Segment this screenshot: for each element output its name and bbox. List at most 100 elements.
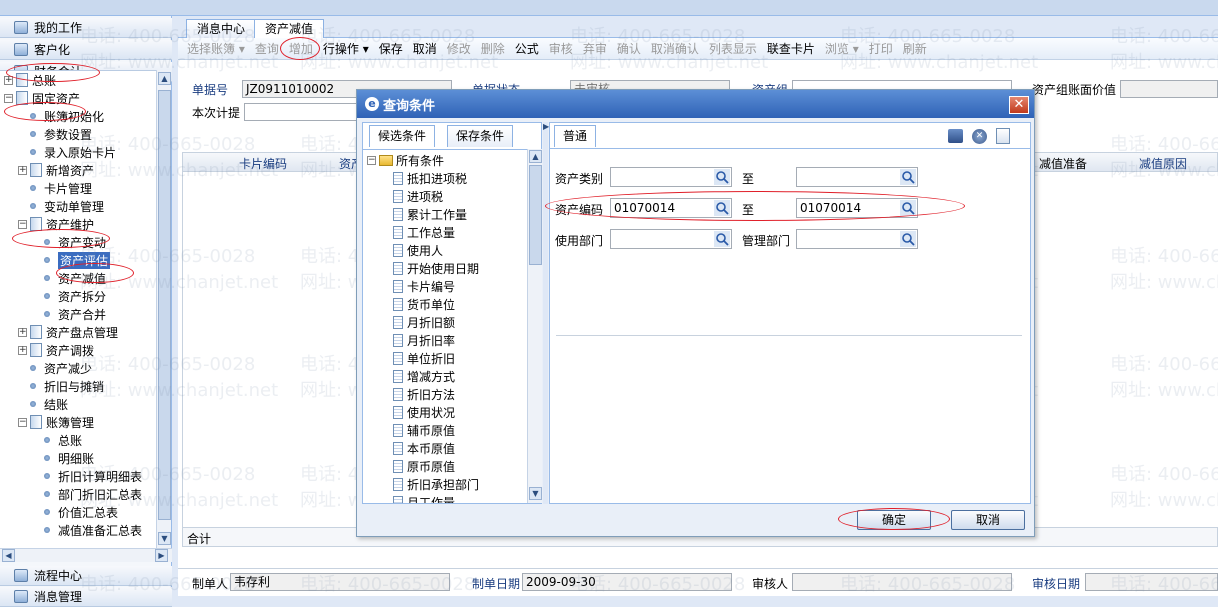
condition-item[interactable]: 单位折旧 bbox=[393, 349, 455, 367]
scroll-up-icon[interactable]: ▲ bbox=[158, 72, 171, 85]
save-icon[interactable] bbox=[948, 129, 963, 143]
toolbar-button[interactable]: 取消确认 bbox=[651, 40, 699, 57]
tree-item[interactable]: 减值准备汇总表 bbox=[32, 521, 142, 539]
collapse-icon[interactable]: − bbox=[4, 93, 13, 103]
tree-vertical-scrollbar[interactable]: ▲ ▼ bbox=[156, 70, 171, 548]
collapse-icon[interactable]: − bbox=[18, 219, 27, 229]
tree-item[interactable]: 账簿初始化 bbox=[18, 107, 104, 125]
toolbar-button[interactable]: 联查卡片 bbox=[767, 40, 815, 57]
collapse-icon[interactable]: − bbox=[18, 417, 27, 427]
condition-item[interactable]: 货币单位 bbox=[393, 295, 455, 313]
asset-category-to-input[interactable] bbox=[796, 167, 918, 187]
nav-my-work[interactable]: 我的工作 bbox=[0, 18, 172, 38]
tree-item[interactable]: 资产减少 bbox=[18, 359, 92, 377]
asset-category-from-input[interactable] bbox=[610, 167, 732, 187]
collapse-icon[interactable]: − bbox=[367, 155, 376, 165]
condition-tree-scrollbar[interactable]: ▲ ▼ bbox=[527, 149, 542, 503]
toolbar-button[interactable]: 行操作 ▾ bbox=[323, 40, 369, 57]
toolbar-button[interactable]: 浏览 ▾ bbox=[825, 40, 859, 57]
tree-item[interactable]: 总账 bbox=[32, 431, 82, 449]
tree-item[interactable]: 变动单管理 bbox=[18, 197, 104, 215]
toolbar-button[interactable]: 弃审 bbox=[583, 40, 607, 57]
condition-item[interactable]: 卡片编号 bbox=[393, 277, 455, 295]
scroll-right-icon[interactable]: ▶ bbox=[155, 549, 168, 562]
scroll-down-icon[interactable]: ▼ bbox=[529, 487, 542, 500]
condition-item[interactable]: 进项税 bbox=[393, 187, 443, 205]
toolbar-button[interactable]: 修改 bbox=[447, 40, 471, 57]
tree-item[interactable]: − 资产维护 bbox=[18, 215, 94, 233]
condition-item[interactable]: 月折旧率 bbox=[393, 331, 455, 349]
toolbar-button[interactable]: 列表显示 bbox=[709, 40, 757, 57]
use-dept-input[interactable] bbox=[610, 229, 732, 249]
search-icon[interactable] bbox=[714, 200, 730, 216]
tree-item[interactable]: + 新增资产 bbox=[18, 161, 94, 179]
tree-item[interactable]: + 资产调拨 bbox=[18, 341, 94, 359]
pane-splitter[interactable]: ▶ bbox=[543, 122, 549, 504]
expand-icon[interactable]: + bbox=[4, 75, 13, 85]
tree-item[interactable]: 明细账 bbox=[32, 449, 94, 467]
tree-item[interactable]: 资产评估 bbox=[32, 251, 111, 269]
condition-item[interactable]: 抵扣进项税 bbox=[393, 169, 467, 187]
toolbar-button[interactable]: 删除 bbox=[481, 40, 505, 57]
tree-item[interactable]: 录入原始卡片 bbox=[18, 143, 116, 161]
condition-item[interactable]: 增减方式 bbox=[393, 367, 455, 385]
condition-scroll-thumb[interactable] bbox=[529, 165, 542, 265]
delete-icon[interactable]: ✕ bbox=[972, 129, 987, 144]
condition-item[interactable]: 折旧方法 bbox=[393, 385, 455, 403]
tree-item[interactable]: − 固定资产 bbox=[4, 89, 80, 107]
dialog-title-bar[interactable]: e 查询条件 bbox=[357, 90, 1034, 118]
toolbar-button[interactable]: 刷新 bbox=[903, 40, 927, 57]
toolbar-button[interactable]: 审核 bbox=[549, 40, 573, 57]
asset-code-to-input[interactable]: 01070014 bbox=[796, 198, 918, 218]
condition-item[interactable]: 折旧承担部门 bbox=[393, 475, 479, 493]
tree-item[interactable]: + 总账 bbox=[4, 71, 56, 89]
condition-item[interactable]: 辅币原值 bbox=[393, 421, 455, 439]
scroll-up-icon[interactable]: ▲ bbox=[529, 150, 542, 163]
condition-item[interactable]: 月工作量 bbox=[393, 493, 455, 503]
toolbar-button[interactable]: 打印 bbox=[869, 40, 893, 57]
tab-normal[interactable]: 普通 bbox=[554, 125, 597, 147]
tree-item[interactable]: 资产拆分 bbox=[32, 287, 106, 305]
toolbar-button[interactable]: 保存 bbox=[379, 40, 403, 57]
toolbar-button[interactable]: 公式 bbox=[515, 40, 539, 57]
search-icon[interactable] bbox=[714, 169, 730, 185]
tab-candidate-conditions[interactable]: 候选条件 bbox=[369, 125, 436, 147]
toolbar-button[interactable]: 确认 bbox=[617, 40, 641, 57]
nav-message-management[interactable]: 消息管理 bbox=[0, 587, 172, 607]
condition-item[interactable]: 开始使用日期 bbox=[393, 259, 479, 277]
nav-process-center[interactable]: 流程中心 bbox=[0, 566, 172, 586]
filter-icon[interactable] bbox=[996, 128, 1010, 144]
search-icon[interactable] bbox=[714, 231, 730, 247]
search-icon[interactable] bbox=[900, 200, 916, 216]
tree-item[interactable]: + 资产盘点管理 bbox=[18, 323, 118, 341]
toolbar-button[interactable]: 取消 bbox=[413, 40, 437, 57]
tree-horizontal-scrollbar[interactable]: ◀ ▶ bbox=[0, 548, 172, 562]
expand-icon[interactable]: + bbox=[18, 165, 27, 175]
tab-asset-impairment[interactable]: 资产减值 bbox=[254, 19, 325, 38]
condition-root[interactable]: − 所有条件 bbox=[367, 151, 444, 169]
nav-customize[interactable]: 客户化 bbox=[0, 40, 172, 60]
tree-item[interactable]: 价值汇总表 bbox=[32, 503, 118, 521]
tab-saved-conditions[interactable]: 保存条件 bbox=[447, 125, 514, 147]
tree-item[interactable]: 折旧计算明细表 bbox=[32, 467, 142, 485]
mgmt-dept-input[interactable] bbox=[796, 229, 918, 249]
tree-item[interactable]: 资产减值 bbox=[32, 269, 106, 287]
condition-item[interactable]: 月折旧额 bbox=[393, 313, 455, 331]
dialog-close-button[interactable]: ✕ bbox=[1009, 96, 1029, 114]
tree-item[interactable]: 资产合并 bbox=[32, 305, 106, 323]
condition-item[interactable]: 原币原值 bbox=[393, 457, 455, 475]
search-icon[interactable] bbox=[900, 231, 916, 247]
ok-button[interactable]: 确定 bbox=[857, 510, 931, 530]
tree-item[interactable]: 资产变动 bbox=[32, 233, 106, 251]
condition-item[interactable]: 本币原值 bbox=[393, 439, 455, 457]
current-provision-field[interactable] bbox=[244, 103, 364, 121]
condition-item[interactable]: 累计工作量 bbox=[393, 205, 467, 223]
toolbar-button[interactable]: 查询 bbox=[255, 40, 279, 57]
tree-item[interactable]: 折旧与摊销 bbox=[18, 377, 104, 395]
condition-item[interactable]: 使用人 bbox=[393, 241, 443, 259]
tree-item[interactable]: − 账簿管理 bbox=[18, 413, 94, 431]
condition-item[interactable]: 工作总量 bbox=[393, 223, 455, 241]
tree-scroll-thumb[interactable] bbox=[158, 90, 171, 520]
tab-message-center[interactable]: 消息中心 bbox=[186, 19, 257, 38]
asset-code-from-input[interactable]: 01070014 bbox=[610, 198, 732, 218]
